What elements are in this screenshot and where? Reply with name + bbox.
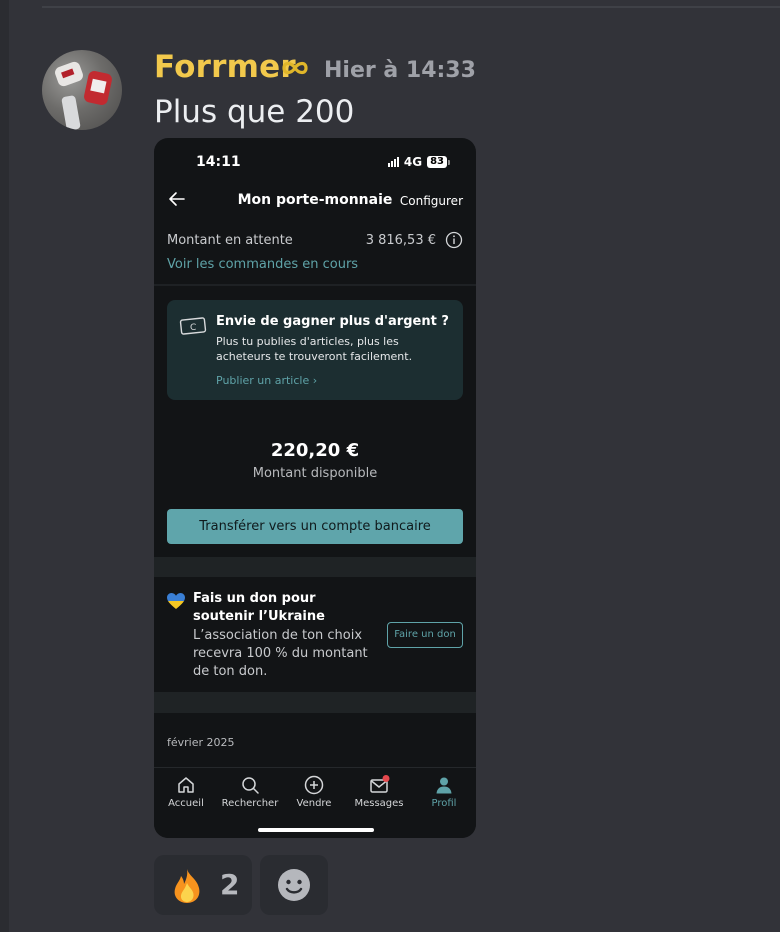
section-separator bbox=[154, 557, 476, 577]
left-rail bbox=[0, 0, 9, 932]
tab-rechercher[interactable]: Rechercher bbox=[218, 774, 282, 809]
home-indicator bbox=[258, 828, 374, 832]
search-icon bbox=[242, 777, 259, 794]
signal-icon bbox=[387, 157, 399, 167]
pending-label: Montant en attente bbox=[167, 233, 293, 248]
battery-icon: 83 bbox=[427, 156, 447, 168]
message-timestamp: Hier à 14:33 bbox=[324, 58, 476, 83]
transfer-button[interactable]: Transférer vers un compte bancaire bbox=[167, 509, 463, 544]
donate-section: Fais un don pour soutenir l’Ukraine L’as… bbox=[154, 577, 476, 692]
tab-messages[interactable]: Messages bbox=[347, 774, 411, 809]
add-reaction-button[interactable] bbox=[260, 855, 328, 915]
month-header: février 2025 bbox=[167, 736, 235, 749]
tab-accueil[interactable]: Accueil bbox=[154, 774, 218, 809]
reaction-fire[interactable]: 2 bbox=[154, 855, 252, 915]
avatar[interactable] bbox=[42, 50, 122, 130]
mail-icon bbox=[370, 775, 390, 793]
donate-body: L’association de ton choix recevra 100 %… bbox=[193, 628, 368, 679]
donate-button[interactable]: Faire un don bbox=[387, 622, 463, 648]
network-label: 4G bbox=[403, 155, 423, 169]
orders-link[interactable]: Voir les commandes en cours bbox=[167, 257, 358, 272]
pending-amount: 3 816,53 € bbox=[365, 233, 436, 248]
heart-icon bbox=[167, 593, 185, 609]
divider bbox=[42, 6, 780, 8]
tab-profil[interactable]: Profil bbox=[412, 774, 476, 809]
chevron-right-icon: › bbox=[312, 374, 318, 387]
status-time: 14:11 bbox=[196, 154, 241, 170]
author-name[interactable]: Forrmer bbox=[154, 49, 296, 85]
reaction-count: 2 bbox=[220, 868, 240, 901]
balance-label: Montant disponible bbox=[252, 466, 378, 481]
section-separator bbox=[154, 692, 476, 713]
money-icon: C bbox=[179, 317, 207, 335]
plus-circle-icon bbox=[304, 775, 324, 795]
svg-text:C: C bbox=[190, 323, 196, 333]
divider bbox=[154, 284, 476, 286]
message-text: Plus que 200 bbox=[154, 94, 355, 130]
home-icon bbox=[178, 777, 194, 793]
configure-button[interactable]: Configurer bbox=[400, 194, 463, 208]
screenshot-attachment[interactable]: 14:11 4G 83 Mon porte-monnaie Configurer… bbox=[154, 138, 476, 838]
promo-body: Plus tu publies d'articles, plus les ach… bbox=[216, 335, 413, 363]
promo-card: C Envie de gagner plus d'argent ? Plus t… bbox=[167, 300, 463, 400]
donate-title: Fais un don pour soutenir l’Ukraine bbox=[193, 591, 325, 624]
profile-icon bbox=[436, 777, 452, 794]
publish-article-link[interactable]: Publier un article › bbox=[216, 374, 317, 387]
fire-icon bbox=[174, 869, 200, 903]
infinity-icon[interactable] bbox=[280, 58, 310, 78]
promo-title: Envie de gagner plus d'argent ? bbox=[216, 314, 449, 329]
add-reaction-icon bbox=[278, 869, 310, 901]
available-balance: 220,20 € bbox=[270, 440, 360, 461]
tab-vendre[interactable]: Vendre bbox=[282, 774, 346, 809]
status-indicators: 4G 83 bbox=[387, 155, 450, 169]
info-icon[interactable] bbox=[445, 231, 463, 249]
